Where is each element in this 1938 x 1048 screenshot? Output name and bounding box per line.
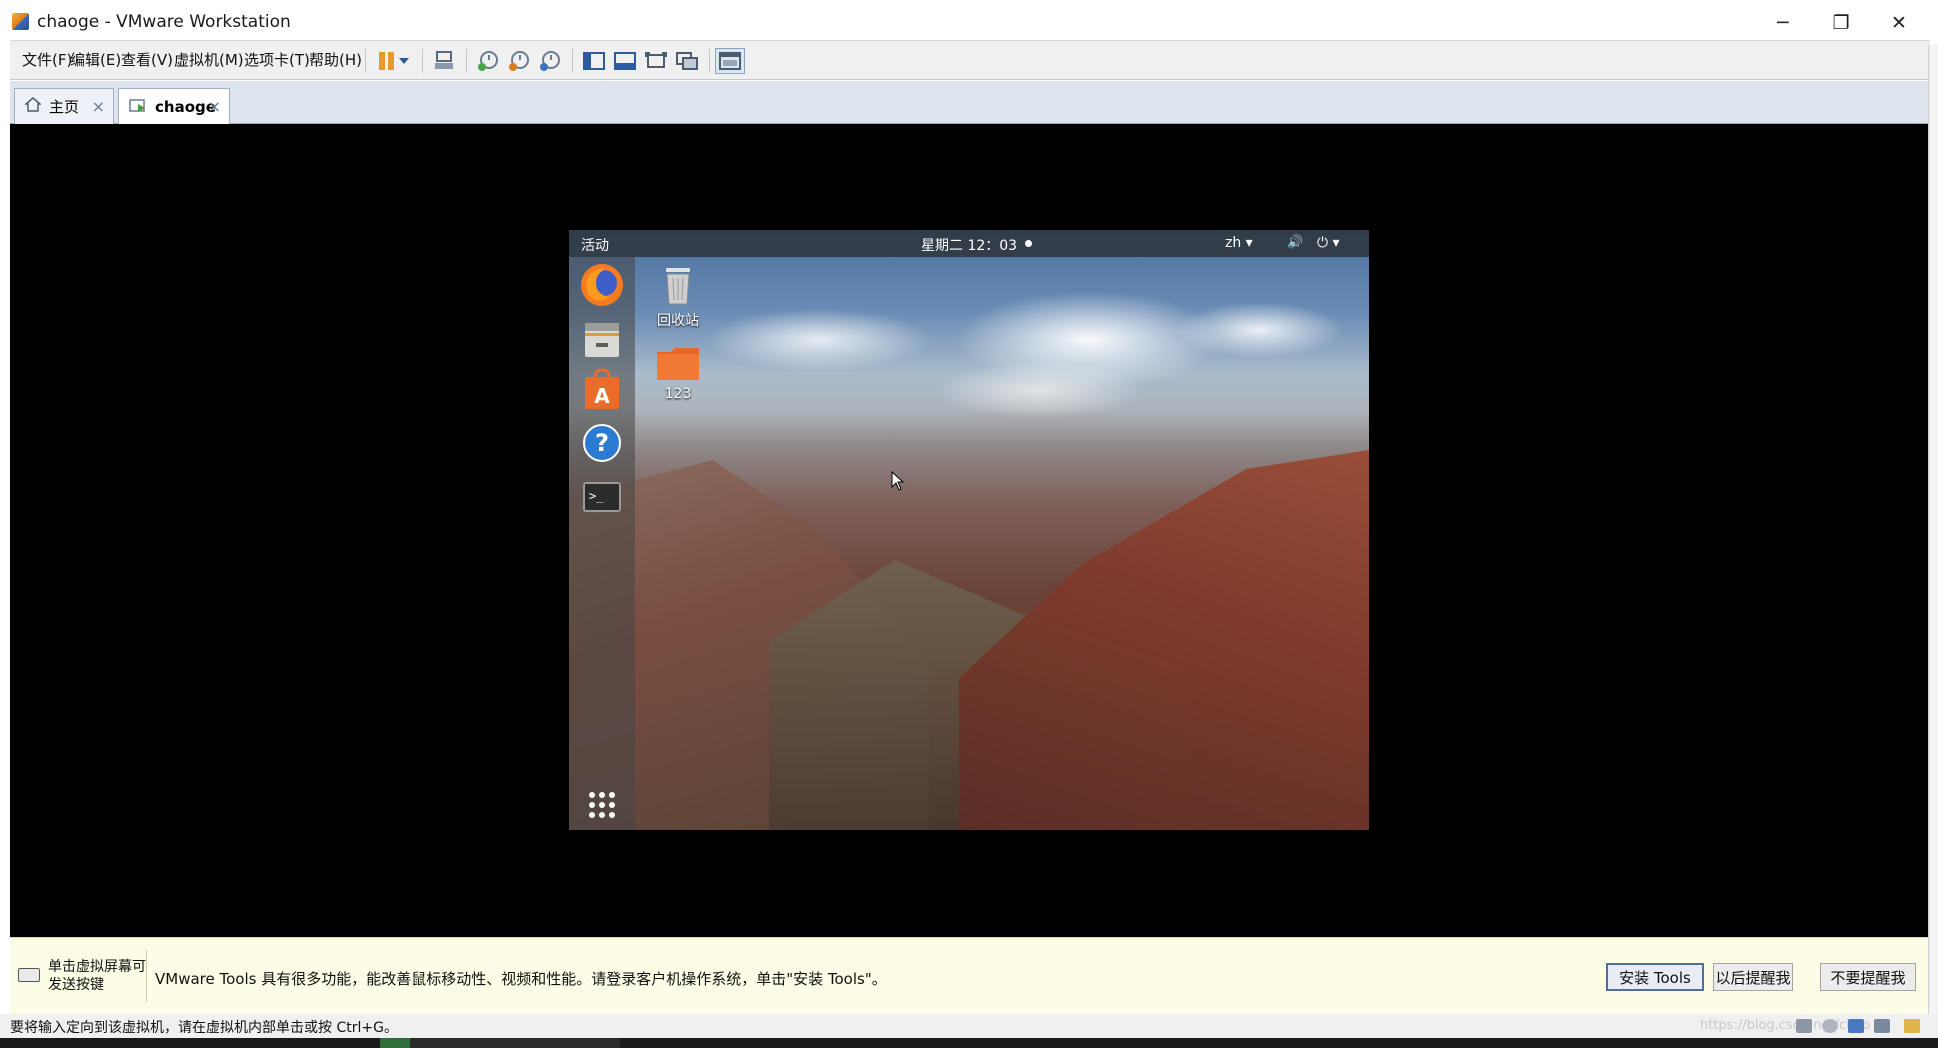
menu-view[interactable]: 查看(V) xyxy=(121,41,173,79)
volume-icon[interactable]: 🔊 xyxy=(1287,235,1303,250)
toolbar-separator xyxy=(365,49,366,73)
software-center-icon[interactable]: A xyxy=(578,367,626,415)
window-scroll-edge xyxy=(1928,45,1938,1014)
close-window-button[interactable]: ✕ xyxy=(1870,0,1928,45)
toolbar-separator xyxy=(422,49,423,73)
help-icon[interactable]: ? xyxy=(578,419,626,467)
status-text: 要将输入定向到该虚拟机，请在虚拟机内部单击或按 Ctrl+G。 xyxy=(10,1020,398,1036)
network-icon[interactable] xyxy=(1848,1019,1864,1033)
click-screen-hint: 单击虚拟屏幕可发送按键 xyxy=(48,959,146,993)
tab-chaoge[interactable]: chaoge × xyxy=(118,88,230,125)
wallpaper-canyon xyxy=(959,450,1369,830)
guest-desktop[interactable]: 活动 星期二 12：03 zh ▾ 🔊 ⏻ ▾ A ? >_ 回收站 123 xyxy=(569,230,1369,830)
input-method-menu[interactable]: zh ▾ xyxy=(1225,235,1253,251)
send-ctrl-alt-del-icon[interactable] xyxy=(429,48,459,74)
clock[interactable]: 星期二 12：03 xyxy=(921,235,1017,255)
keyboard-icon xyxy=(18,968,40,982)
status-bar: 要将输入定向到该虚拟机，请在虚拟机内部单击或按 Ctrl+G。 https://… xyxy=(0,1014,1938,1038)
activities-button[interactable]: 活动 xyxy=(581,235,609,255)
terminal-icon[interactable]: >_ xyxy=(578,473,626,521)
usb-icon[interactable] xyxy=(1874,1019,1890,1033)
console-view-icon[interactable] xyxy=(715,48,745,74)
snapshot-manager-icon[interactable] xyxy=(535,48,565,74)
files-icon[interactable] xyxy=(578,315,626,363)
notification-message: VMware Tools 具有很多功能，能改善鼠标移动性、视频和性能。请登录客户… xyxy=(155,970,887,988)
menu-file[interactable]: 文件(F) xyxy=(22,41,72,79)
home-icon xyxy=(23,97,43,116)
power-menu[interactable]: ⏻ ▾ xyxy=(1317,235,1340,251)
vm-console[interactable]: 活动 星期二 12：03 zh ▾ 🔊 ⏻ ▾ A ? >_ 回收站 123 xyxy=(10,124,1928,937)
tab-home[interactable]: 主页 × xyxy=(14,88,114,124)
unity-icon[interactable] xyxy=(672,48,702,74)
menu-toolbar: 文件(F) 编辑(E) 查看(V) 虚拟机(M) 选项卡(T) 帮助(H) xyxy=(10,40,1930,80)
window-title: chaoge - VMware Workstation xyxy=(37,12,291,32)
close-tab-icon[interactable]: × xyxy=(208,97,221,116)
guest-dock: A ? >_ xyxy=(569,257,635,830)
menu-vm[interactable]: 虚拟机(M) xyxy=(174,41,244,79)
guest-top-bar: 活动 星期二 12：03 zh ▾ 🔊 ⏻ ▾ xyxy=(569,230,1369,257)
desktop-trash-label: 回收站 xyxy=(657,313,699,329)
full-screen-icon[interactable] xyxy=(641,48,671,74)
close-tab-icon[interactable]: × xyxy=(92,97,105,116)
desktop-folder-label: 123 xyxy=(664,386,692,402)
notification-dot-icon xyxy=(1025,240,1032,247)
minimize-button[interactable]: ─ xyxy=(1754,0,1812,45)
snapshot-take-icon[interactable] xyxy=(473,48,503,74)
never-remind-button[interactable]: 不要提醒我 xyxy=(1820,963,1916,991)
watermark: https://blog.csdn.net/chao xyxy=(1700,1018,1871,1033)
toolbar-separator xyxy=(572,49,573,73)
desktop-folder-123[interactable]: 123 xyxy=(653,346,703,402)
firefox-icon[interactable] xyxy=(578,261,626,309)
show-apps-icon[interactable] xyxy=(578,791,626,830)
title-bar: chaoge - VMware Workstation ─ ❐ ✕ xyxy=(0,0,1938,45)
tab-strip: 主页 × chaoge × xyxy=(10,81,1930,125)
menu-help[interactable]: 帮助(H) xyxy=(309,41,362,79)
snapshot-revert-icon[interactable] xyxy=(504,48,534,74)
dropdown-arrow-icon[interactable] xyxy=(396,48,412,74)
thumbnail-bar-icon[interactable] xyxy=(610,48,640,74)
svg-text:A: A xyxy=(594,384,610,408)
desktop-trash[interactable]: 回收站 xyxy=(653,264,703,330)
remind-later-button[interactable]: 以后提醒我 xyxy=(1713,963,1793,991)
folder-icon xyxy=(657,348,699,380)
svg-text:?: ? xyxy=(595,429,609,457)
message-log-icon[interactable] xyxy=(1904,1019,1920,1033)
toolbar-separator xyxy=(709,49,710,73)
notification-separator xyxy=(146,950,147,1002)
toolbar-separator xyxy=(466,49,467,73)
taskbar-strip xyxy=(0,1038,1938,1048)
library-view-icon[interactable] xyxy=(579,48,609,74)
trash-icon xyxy=(666,268,690,305)
cd-drive-icon[interactable] xyxy=(1822,1019,1838,1033)
install-tools-button[interactable]: 安装 Tools xyxy=(1606,963,1704,991)
vmware-tools-notification: 单击虚拟屏幕可发送按键 VMware Tools 具有很多功能，能改善鼠标移动性… xyxy=(10,937,1928,1014)
maximize-button[interactable]: ❐ xyxy=(1812,0,1870,45)
hard-disk-icon[interactable] xyxy=(1796,1019,1812,1033)
menu-edit[interactable]: 编辑(E) xyxy=(70,41,121,79)
vmware-logo-icon xyxy=(12,13,29,30)
mouse-cursor-icon xyxy=(891,471,905,491)
tab-home-label: 主页 xyxy=(49,98,80,116)
vm-icon xyxy=(129,97,147,117)
svg-text:>_: >_ xyxy=(589,489,604,503)
menu-tabs[interactable]: 选项卡(T) xyxy=(244,41,310,79)
